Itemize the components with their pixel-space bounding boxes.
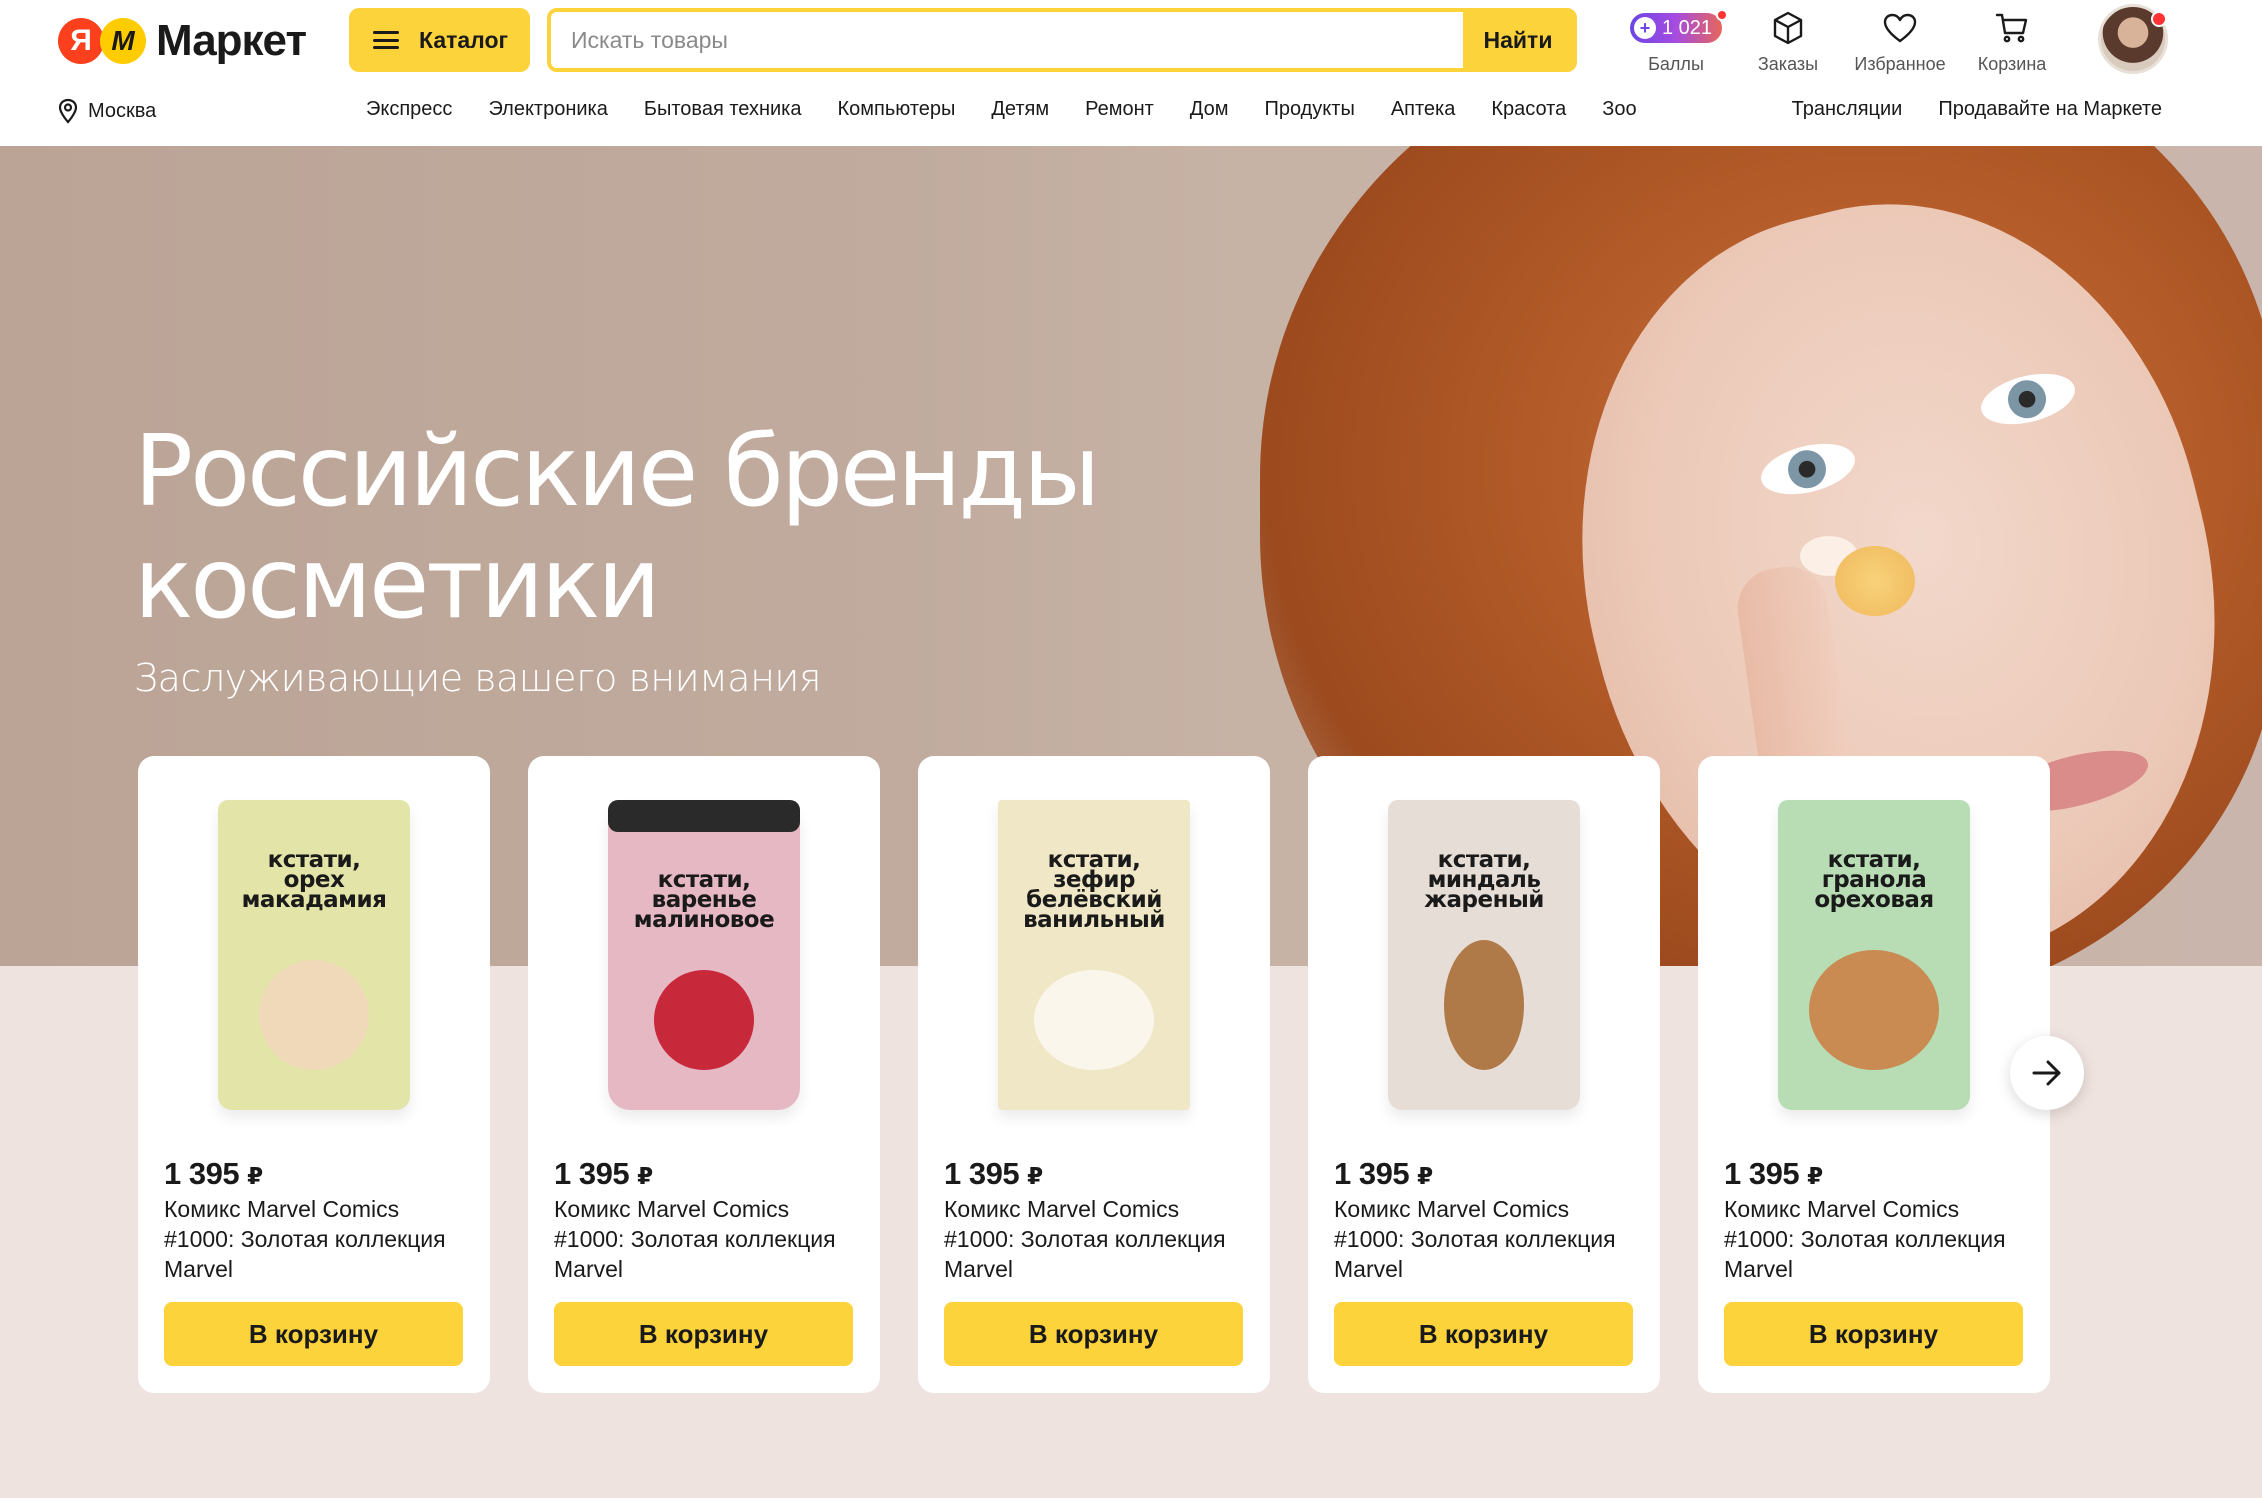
add-to-cart-button[interactable]: В корзину xyxy=(944,1302,1243,1366)
header-actions: + 1 021 Баллы Заказы Избранное Корзина xyxy=(1620,8,2068,75)
map-pin-icon xyxy=(58,98,78,124)
box-icon xyxy=(1772,8,1804,48)
product-image: кстати, орех макадамия xyxy=(218,800,410,1110)
heart-icon xyxy=(1883,8,1917,48)
product-price: 1 395 ₽ xyxy=(554,1156,653,1191)
points-button[interactable]: + 1 021 Баллы xyxy=(1620,8,1732,75)
nav-item-zoo[interactable]: Зоо xyxy=(1602,98,1636,121)
hero-subtitle: Заслуживающие вашего внимания xyxy=(134,656,821,700)
nav-item-beauty[interactable]: Красота xyxy=(1491,98,1566,121)
product-card[interactable]: кстати, гранола ореховая 1 395 ₽ Комикс M… xyxy=(1698,756,2050,1393)
notification-dot-icon xyxy=(1716,9,1729,21)
orders-label: Заказы xyxy=(1757,54,1819,74)
product-image: кстати, гранола ореховая xyxy=(1778,800,1970,1110)
points-value: 1 021 xyxy=(1661,16,1713,39)
catalog-button[interactable]: Каталог xyxy=(349,8,530,72)
header: Я М Маркет Каталог Найти + 1 021 Баллы З xyxy=(0,0,2262,146)
add-to-cart-button[interactable]: В корзину xyxy=(1334,1302,1633,1366)
cart-label: Корзина xyxy=(1977,54,2047,74)
favorites-button[interactable]: Избранное xyxy=(1844,8,1956,75)
nav-item-streams[interactable]: Трансляции xyxy=(1792,98,1903,121)
product-name[interactable]: Комикс Marvel Comics #1000: Золотая колл… xyxy=(944,1194,1254,1284)
product-card[interactable]: кстати, зефир белёвский ванильный 1 395 ₽… xyxy=(918,756,1270,1393)
product-card[interactable]: кстати, варенье малиновое 1 395 ₽ Комикс … xyxy=(528,756,880,1393)
nav-item-groceries[interactable]: Продукты xyxy=(1264,98,1354,121)
product-image: кстати, миндаль жареный xyxy=(1388,800,1580,1110)
menu-icon xyxy=(373,31,399,49)
category-nav: Экспресс Электроника Бытовая техника Ком… xyxy=(366,98,1637,121)
yandex-market-logo[interactable]: Я М Маркет xyxy=(58,14,307,68)
product-card[interactable]: кстати, орех макадамия 1 395 ₽ Комикс Mar… xyxy=(138,756,490,1393)
nav-item-kids[interactable]: Детям xyxy=(991,98,1049,121)
nav-item-appliances[interactable]: Бытовая техника xyxy=(644,98,802,121)
carousel-next-button[interactable] xyxy=(2010,1036,2084,1110)
cart-button[interactable]: Корзина xyxy=(1956,8,2068,75)
product-image: кстати, зефир белёвский ванильный xyxy=(998,800,1190,1110)
location-selector[interactable]: Москва xyxy=(58,98,156,124)
product-carousel: кстати, орех макадамия 1 395 ₽ Комикс Mar… xyxy=(138,756,2050,1393)
secondary-nav: Трансляции Продавайте на Маркете xyxy=(1792,98,2162,121)
nav-item-repair[interactable]: Ремонт xyxy=(1085,98,1154,121)
nav-item-computers[interactable]: Компьютеры xyxy=(837,98,955,121)
logo-ya-icon: Я xyxy=(58,18,104,64)
catalog-label: Каталог xyxy=(419,26,509,53)
arrow-right-icon xyxy=(2032,1060,2061,1086)
add-to-cart-button[interactable]: В корзину xyxy=(164,1302,463,1366)
nav-item-home[interactable]: Дом xyxy=(1190,98,1229,121)
product-price: 1 395 ₽ xyxy=(1334,1156,1433,1191)
product-image: кстати, варенье малиновое xyxy=(608,800,800,1110)
product-name[interactable]: Комикс Marvel Comics #1000: Золотая колл… xyxy=(554,1194,864,1284)
nav-item-pharmacy[interactable]: Аптека xyxy=(1391,98,1456,121)
points-label: Баллы xyxy=(1648,54,1704,74)
add-to-cart-button[interactable]: В корзину xyxy=(1724,1302,2023,1366)
logo-m-icon: М xyxy=(100,18,146,64)
product-card[interactable]: кстати, миндаль жареный 1 395 ₽ Комикс Ma… xyxy=(1308,756,1660,1393)
product-price: 1 395 ₽ xyxy=(944,1156,1043,1191)
product-price: 1 395 ₽ xyxy=(164,1156,263,1191)
logo-text: Маркет xyxy=(156,16,307,65)
cart-icon xyxy=(1995,8,2029,48)
product-name[interactable]: Комикс Marvel Comics #1000: Золотая колл… xyxy=(1334,1194,1644,1284)
nav-item-sell-on-market[interactable]: Продавайте на Маркете xyxy=(1938,98,2162,121)
search-button[interactable]: Найти xyxy=(1463,12,1573,68)
product-price: 1 395 ₽ xyxy=(1724,1156,1823,1191)
orders-button[interactable]: Заказы xyxy=(1732,8,1844,75)
nav-item-electronics[interactable]: Электроника xyxy=(488,98,607,121)
favorites-label: Избранное xyxy=(1854,54,1946,74)
search-bar: Найти xyxy=(547,8,1577,72)
notification-dot-icon xyxy=(2151,11,2167,27)
avatar[interactable] xyxy=(2098,4,2168,74)
product-name[interactable]: Комикс Marvel Comics #1000: Золотая колл… xyxy=(164,1194,474,1284)
city-label: Москва xyxy=(88,99,157,122)
search-input[interactable] xyxy=(551,12,1463,68)
points-badge: + 1 021 xyxy=(1629,9,1729,43)
nav-item-express[interactable]: Экспресс xyxy=(366,98,452,121)
add-to-cart-button[interactable]: В корзину xyxy=(554,1302,853,1366)
product-name[interactable]: Комикс Marvel Comics #1000: Золотая колл… xyxy=(1724,1194,2034,1284)
hero-title: Российские бренды косметики xyxy=(134,415,1101,641)
plus-points-icon: + xyxy=(1633,17,1656,39)
